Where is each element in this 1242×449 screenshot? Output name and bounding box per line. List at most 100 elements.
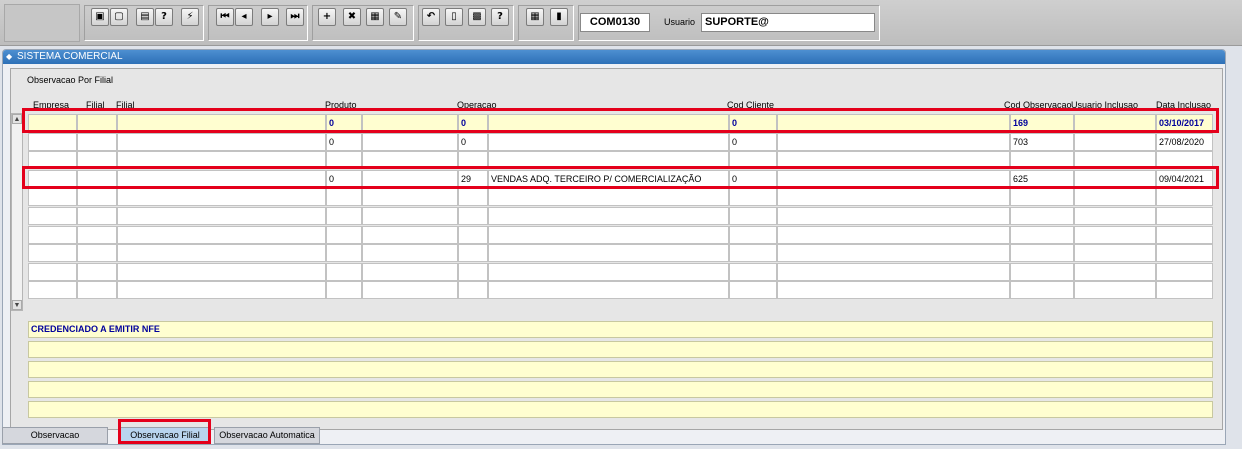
cell-produto-desc[interactable] (362, 132, 458, 151)
table-row[interactable]: 0 0 0 169 03/10/2017 (11, 114, 1224, 132)
cell-operacao[interactable] (458, 281, 488, 300)
copy-button[interactable]: ▯ (445, 8, 463, 26)
cell-produto[interactable] (326, 207, 362, 225)
cell-cod-observacao[interactable] (1010, 225, 1074, 244)
table-row[interactable] (11, 262, 1224, 281)
cell-cod-cliente[interactable] (729, 225, 777, 244)
menu-button[interactable]: ▦ (526, 8, 544, 26)
duplicate-record-button[interactable]: ▦ (366, 8, 384, 26)
cell-filial-cod[interactable] (77, 281, 117, 300)
cell-usuario-inclusao[interactable] (1074, 151, 1156, 170)
cell-data-inclusao[interactable]: 27/08/2020 (1156, 132, 1213, 151)
cell-cliente-nome[interactable] (777, 244, 1010, 263)
cell-cliente-nome[interactable] (777, 262, 1010, 281)
cell-operacao-desc[interactable] (488, 262, 729, 281)
cell-operacao-desc[interactable] (488, 114, 729, 132)
cell-filial-cod[interactable] (77, 244, 117, 263)
tab-observacao-automatica[interactable]: Observacao Automatica (214, 427, 320, 444)
cell-usuario-inclusao[interactable] (1074, 114, 1156, 132)
previous-record-button[interactable]: ◂ (235, 8, 253, 26)
list-values-button[interactable]: ▩ (468, 8, 486, 26)
cell-operacao[interactable] (458, 244, 488, 263)
cell-filial-cod[interactable] (77, 151, 117, 170)
cell-data-inclusao[interactable] (1156, 281, 1213, 300)
cell-usuario-inclusao[interactable] (1074, 188, 1156, 207)
cell-cod-cliente[interactable]: 0 (729, 132, 777, 151)
cell-empresa[interactable] (28, 244, 77, 263)
cell-filial-nome[interactable] (117, 207, 326, 225)
execute-query-button[interactable]: ⚡ (181, 8, 199, 26)
cell-filial-cod[interactable] (77, 169, 117, 188)
cell-operacao[interactable] (458, 188, 488, 207)
observation-line[interactable] (28, 401, 1213, 418)
cell-cod-cliente[interactable] (729, 207, 777, 225)
cell-cod-observacao[interactable]: 169 (1010, 114, 1074, 132)
cell-operacao-desc[interactable]: VENDAS ADQ. TERCEIRO P/ COMERCIALIZAÇÃO (488, 169, 729, 188)
cell-operacao[interactable]: 29 (458, 169, 488, 188)
cell-data-inclusao[interactable] (1156, 225, 1213, 244)
cell-filial-nome[interactable] (117, 225, 326, 244)
cell-cod-observacao[interactable] (1010, 281, 1074, 300)
cell-usuario-inclusao[interactable] (1074, 281, 1156, 300)
print-button[interactable]: ▤ (136, 8, 154, 26)
cell-operacao[interactable] (458, 225, 488, 244)
cell-cliente-nome[interactable] (777, 169, 1010, 188)
cell-filial-nome[interactable] (117, 151, 326, 170)
cell-produto[interactable]: 0 (326, 114, 362, 132)
cell-cliente-nome[interactable] (777, 207, 1010, 225)
cell-usuario-inclusao[interactable] (1074, 169, 1156, 188)
print-preview-button[interactable]: ▢ (110, 8, 128, 26)
cell-data-inclusao[interactable] (1156, 188, 1213, 207)
cell-filial-cod[interactable] (77, 188, 117, 207)
table-row[interactable]: 0 29 VENDAS ADQ. TERCEIRO P/ COMERCIALIZAÇ… (11, 169, 1224, 188)
cell-cod-cliente[interactable] (729, 188, 777, 207)
cell-filial-nome[interactable] (117, 114, 326, 132)
first-record-button[interactable]: ⏮ (216, 8, 234, 26)
cell-produto[interactable]: 0 (326, 169, 362, 188)
cell-filial-cod[interactable] (77, 262, 117, 281)
cell-produto[interactable] (326, 244, 362, 263)
cell-filial-cod[interactable] (77, 114, 117, 132)
cell-cod-observacao[interactable]: 625 (1010, 169, 1074, 188)
cell-data-inclusao[interactable] (1156, 262, 1213, 281)
cell-data-inclusao[interactable] (1156, 207, 1213, 225)
cell-empresa[interactable] (28, 169, 77, 188)
cell-data-inclusao[interactable] (1156, 244, 1213, 263)
cell-produto[interactable] (326, 225, 362, 244)
cell-cod-observacao[interactable] (1010, 188, 1074, 207)
cell-data-inclusao[interactable] (1156, 151, 1213, 170)
cell-operacao-desc[interactable] (488, 225, 729, 244)
cell-produto-desc[interactable] (362, 207, 458, 225)
observation-line[interactable] (28, 381, 1213, 398)
cell-empresa[interactable] (28, 262, 77, 281)
cell-cod-cliente[interactable] (729, 244, 777, 263)
table-row[interactable] (11, 151, 1224, 170)
cell-produto-desc[interactable] (362, 281, 458, 300)
cell-empresa[interactable] (28, 281, 77, 300)
observation-line[interactable] (28, 341, 1213, 358)
cell-cod-observacao[interactable] (1010, 151, 1074, 170)
cell-produto-desc[interactable] (362, 188, 458, 207)
cell-produto-desc[interactable] (362, 262, 458, 281)
cell-data-inclusao[interactable]: 09/04/2021 (1156, 169, 1213, 188)
table-row[interactable] (11, 225, 1224, 244)
cell-produto[interactable]: 0 (326, 132, 362, 151)
cell-cod-observacao[interactable] (1010, 244, 1074, 263)
cell-empresa[interactable] (28, 151, 77, 170)
cell-operacao[interactable]: 0 (458, 132, 488, 151)
table-row[interactable] (11, 188, 1224, 207)
cell-produto[interactable] (326, 262, 362, 281)
tab-observacao[interactable]: Observacao (2, 427, 108, 444)
cell-produto[interactable] (326, 151, 362, 170)
cell-usuario-inclusao[interactable] (1074, 132, 1156, 151)
cell-cod-cliente[interactable]: 0 (729, 114, 777, 132)
cell-operacao-desc[interactable] (488, 281, 729, 300)
cell-cod-observacao[interactable] (1010, 262, 1074, 281)
cell-filial-nome[interactable] (117, 132, 326, 151)
cell-cod-cliente[interactable]: 0 (729, 169, 777, 188)
cell-usuario-inclusao[interactable] (1074, 225, 1156, 244)
clear-button[interactable]: ✎ (389, 8, 407, 26)
cell-operacao-desc[interactable] (488, 188, 729, 207)
cell-data-inclusao[interactable]: 03/10/2017 (1156, 114, 1213, 132)
cell-filial-nome[interactable] (117, 169, 326, 188)
